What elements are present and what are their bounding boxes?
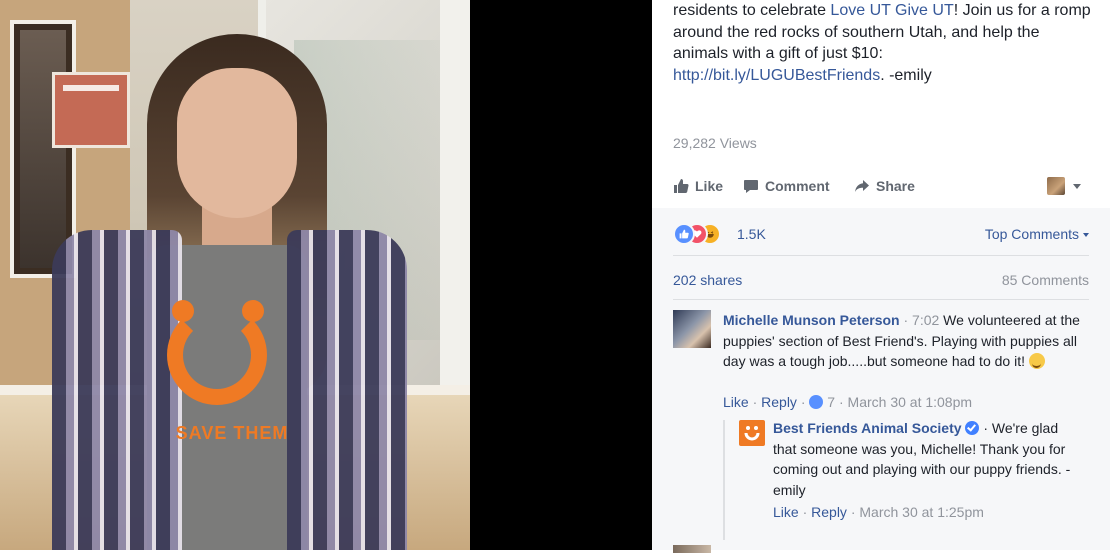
reaction-count[interactable]: 1.5K <box>737 226 766 242</box>
sort-comments-dropdown[interactable]: Top Comments <box>985 226 1089 242</box>
caption-text: . -emily <box>880 66 932 84</box>
donation-link[interactable]: http://bit.ly/LUGUBestFriends <box>673 67 880 84</box>
reply-timestamp[interactable]: March 30 at 1:25pm <box>859 504 984 520</box>
speech-bubble-icon <box>744 180 758 193</box>
comment-label: Comment <box>765 178 830 194</box>
avatar[interactable] <box>673 310 711 348</box>
comment-like-link[interactable]: Like <box>723 394 749 410</box>
presenter-flannel-right <box>287 230 407 550</box>
post-side-panel: residents to celebrate Love UT Give UT! … <box>652 0 1110 553</box>
smiley-emoji-icon <box>1028 353 1045 369</box>
avatar[interactable] <box>739 420 765 446</box>
share-arrow-icon <box>855 180 869 192</box>
reply-body: Best Friends Animal Society · We're glad… <box>773 418 1083 500</box>
video-player[interactable]: SAVE THEM <box>0 0 652 550</box>
comment-like-count[interactable]: 7 <box>827 394 835 410</box>
separator: · <box>899 312 913 328</box>
best-friends-logo-icon <box>744 426 760 441</box>
reply-thread: Best Friends Animal Society · We're glad… <box>723 420 1095 540</box>
comment-time: 7:02 <box>912 312 940 328</box>
reply-author[interactable]: Best Friends Animal Society <box>773 420 962 436</box>
reply-reply-link[interactable]: Reply <box>811 504 847 520</box>
reactions-summary[interactable]: 1.5K Top Comments <box>673 223 1089 245</box>
comment-button[interactable]: Comment <box>743 178 830 194</box>
view-count: 29,282 Views <box>673 135 757 151</box>
share-label: Share <box>876 178 915 194</box>
comment-author[interactable]: Michelle Munson Peterson <box>723 312 900 328</box>
shares-link[interactable]: 202 shares <box>673 272 742 288</box>
video-frame[interactable]: SAVE THEM <box>0 0 470 550</box>
comment-timestamp[interactable]: March 30 at 1:08pm <box>848 394 973 410</box>
chevron-down-icon[interactable] <box>1073 184 1081 189</box>
like-label: Like <box>695 178 724 194</box>
divider <box>673 299 1089 300</box>
glass-post <box>440 0 470 420</box>
shirt-text: SAVE THEM <box>175 423 289 443</box>
like-button[interactable]: Like <box>673 178 723 194</box>
verified-badge-icon <box>965 421 980 435</box>
presenter-face <box>177 68 297 218</box>
comments-section: 1.5K Top Comments 202 shares 85 Comments… <box>652 208 1110 553</box>
comment-reply-link[interactable]: Reply <box>761 394 797 410</box>
posting-as-avatar[interactable] <box>1047 177 1065 195</box>
divider <box>673 255 1089 256</box>
action-bar: Like Comment Share <box>673 177 1089 200</box>
comment-actions: Like · Reply · 7 · March 30 at 1:08pm <box>723 394 973 410</box>
reply-like-link[interactable]: Like <box>773 504 799 520</box>
avatar[interactable] <box>673 545 711 553</box>
like-reaction-icon <box>809 395 824 409</box>
comment-body: Michelle Munson Peterson · 7:02 We volun… <box>723 310 1093 372</box>
presenter-figure: SAVE THEM <box>52 30 407 550</box>
post-caption: residents to celebrate Love UT Give UT! … <box>673 0 1093 86</box>
hashtag-link[interactable]: Love UT Give UT <box>830 2 953 19</box>
share-button[interactable]: Share <box>854 178 915 194</box>
reply-actions: Like · Reply · March 30 at 1:25pm <box>773 504 984 520</box>
like-reaction-icon <box>673 223 695 245</box>
shirt-logo-icon <box>167 305 267 405</box>
caption-text: residents to celebrate <box>673 2 831 19</box>
presenter-flannel-left <box>52 230 182 550</box>
comment-count[interactable]: 85 Comments <box>1002 272 1089 288</box>
thumbs-up-icon <box>674 179 689 193</box>
